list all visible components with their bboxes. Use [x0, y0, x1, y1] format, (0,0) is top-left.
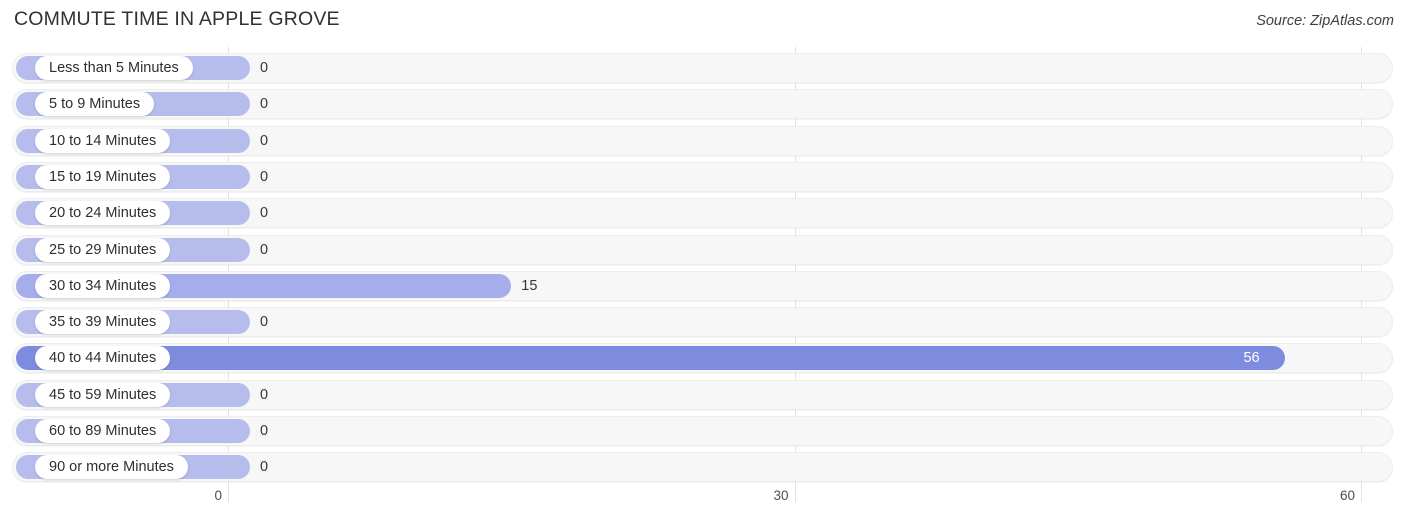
- source-attribution: Source: ZipAtlas.com: [1256, 13, 1394, 29]
- category-label: 15 to 19 Minutes: [35, 164, 171, 189]
- x-axis-tick-mark: [1361, 480, 1362, 502]
- bar-value-label: 0: [260, 423, 269, 439]
- bar-value-label: 56: [1243, 350, 1260, 367]
- plot-area: Less than 5 Minutes 0 5 to 9 Minutes 0 10 to…: [0, 47, 1406, 488]
- page-title: COMMUTE TIME IN APPLE GROVE: [14, 8, 340, 30]
- category-label: 30 to 34 Minutes: [35, 273, 171, 298]
- bar-row[interactable]: 25 to 29 Minutes 0: [12, 234, 1393, 265]
- category-label: 10 to 14 Minutes: [35, 128, 171, 153]
- category-label: 25 to 29 Minutes: [35, 237, 171, 262]
- x-axis-tick-label: 0: [214, 488, 222, 503]
- x-axis-tick-label: 60: [1339, 488, 1355, 503]
- x-axis-tick-mark: [794, 480, 796, 502]
- bar-value-label: 0: [260, 96, 269, 113]
- category-label: 45 to 59 Minutes: [35, 382, 171, 407]
- bar-value-label: 0: [260, 459, 269, 476]
- bar-row[interactable]: 90 or more Minutes 0: [12, 452, 1393, 483]
- bar-row[interactable]: 35 to 39 Minutes 0: [12, 307, 1393, 338]
- bar-value-label: 0: [260, 132, 269, 149]
- bar-row[interactable]: 60 to 89 Minutes 0: [12, 416, 1393, 446]
- bar-value-label: 0: [260, 205, 269, 222]
- bar-value-label: 0: [260, 314, 269, 331]
- bar-row[interactable]: 15 to 19 Minutes 0: [12, 161, 1393, 192]
- bar-value-label: 0: [260, 241, 269, 258]
- bar-value-label: 0: [260, 60, 269, 76]
- category-label: 35 to 39 Minutes: [35, 310, 171, 335]
- bar-row[interactable]: 20 to 24 Minutes 0: [12, 198, 1393, 229]
- x-axis-tick-label: 30: [773, 488, 789, 503]
- bar-row[interactable]: 30 to 34 Minutes 15: [12, 270, 1393, 301]
- bar-row[interactable]: 10 to 14 Minutes 0: [12, 125, 1393, 156]
- category-label: Less than 5 Minutes: [35, 56, 193, 80]
- x-axis: 0 30 60: [0, 480, 1406, 522]
- category-label: 5 to 9 Minutes: [35, 92, 155, 117]
- category-label: 60 to 89 Minutes: [35, 419, 171, 443]
- category-label: 20 to 24 Minutes: [35, 201, 171, 226]
- bar-row[interactable]: Less than 5 Minutes 0: [12, 53, 1393, 83]
- bar-value-label: 0: [260, 168, 269, 185]
- bar-fill: [16, 346, 1286, 371]
- category-label: 90 or more Minutes: [35, 455, 188, 480]
- x-axis-tick-mark: [228, 480, 229, 502]
- category-label: 40 to 44 Minutes: [35, 346, 171, 371]
- bar-row[interactable]: 5 to 9 Minutes 0: [12, 89, 1393, 120]
- bar-value-label: 0: [260, 386, 269, 403]
- bar-row[interactable]: 40 to 44 Minutes 56: [12, 343, 1393, 374]
- chart-root: COMMUTE TIME IN APPLE GROVE Source: ZipA…: [0, 0, 1406, 522]
- bar-value-label: 15: [521, 277, 538, 294]
- bar-row[interactable]: 45 to 59 Minutes 0: [12, 379, 1393, 410]
